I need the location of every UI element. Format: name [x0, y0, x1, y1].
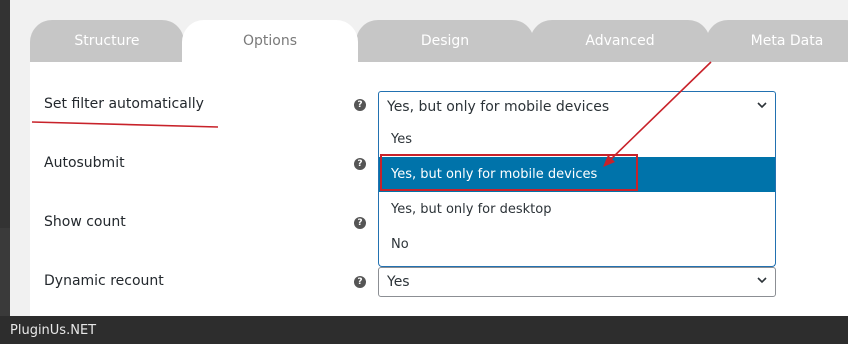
set-filter-dropdown: Yes Yes, but only for mobile devices Yes… — [378, 121, 776, 267]
tab-structure-label: Structure — [74, 32, 140, 49]
settings-panel: Structure Options Design Advanced Meta D… — [10, 0, 848, 316]
chevron-down-icon — [757, 277, 767, 284]
watermark-footer: PluginUs.NET — [0, 316, 848, 344]
tab-options[interactable]: Options — [182, 20, 358, 64]
tab-meta-data[interactable]: Meta Data — [706, 20, 848, 64]
help-icon[interactable]: ? — [354, 276, 366, 288]
dropdown-option-no[interactable]: No — [379, 227, 775, 262]
help-icon[interactable]: ? — [354, 158, 366, 170]
dynamic-recount-value: Yes — [387, 274, 410, 290]
dynamic-recount-select[interactable]: Yes — [378, 267, 776, 297]
show-count-label: Show count — [44, 214, 126, 230]
dropdown-option-desktop[interactable]: Yes, but only for desktop — [379, 192, 775, 227]
set-filter-label: Set filter automatically — [44, 96, 204, 112]
tab-design[interactable]: Design — [356, 20, 534, 64]
set-filter-select[interactable]: Yes, but only for mobile devices — [378, 91, 776, 121]
tab-advanced[interactable]: Advanced — [530, 20, 710, 64]
options-content: Set filter automatically ? Yes, but only… — [30, 62, 848, 316]
dropdown-option-mobile[interactable]: Yes, but only for mobile devices — [379, 157, 775, 192]
dynamic-recount-label: Dynamic recount — [44, 273, 164, 289]
tab-meta-data-label: Meta Data — [750, 32, 824, 49]
set-filter-value: Yes, but only for mobile devices — [387, 98, 610, 115]
left-edge-shade — [0, 228, 10, 316]
autosubmit-label: Autosubmit — [44, 155, 125, 171]
help-icon[interactable]: ? — [354, 217, 366, 229]
tab-design-label: Design — [420, 32, 470, 49]
watermark-text: PluginUs.NET — [10, 322, 97, 338]
tab-bar: Structure Options Design Advanced Meta D… — [10, 0, 848, 64]
help-icon[interactable]: ? — [354, 99, 366, 111]
left-edge-strip — [0, 0, 10, 316]
chevron-down-icon — [757, 101, 767, 108]
tab-structure[interactable]: Structure — [30, 20, 184, 64]
tab-advanced-label: Advanced — [585, 32, 655, 49]
dropdown-option-yes[interactable]: Yes — [379, 122, 775, 157]
annotation-underline — [31, 121, 219, 128]
tab-options-label: Options — [242, 32, 298, 49]
